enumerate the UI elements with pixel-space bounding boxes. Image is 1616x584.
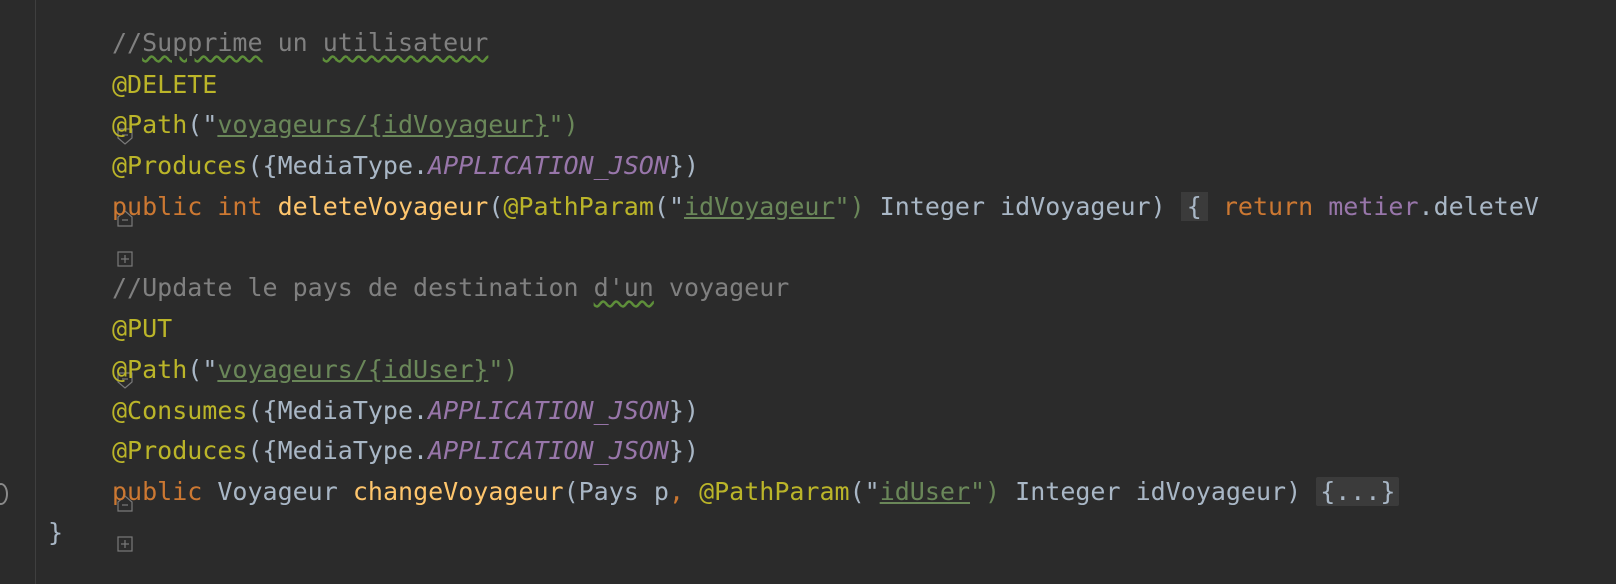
path-string-link[interactable]: voyageurs/{idVoyageur} xyxy=(217,110,548,139)
annotation-line: @Produces({MediaType.APPLICATION_JSON}) xyxy=(112,436,700,465)
code-line[interactable]: //Update le pays de destination d'un voy… xyxy=(0,267,1616,309)
fold-start-icon[interactable] xyxy=(27,75,133,145)
param-string-link[interactable]: idVoyageur xyxy=(684,192,835,221)
gutter-marker-icon[interactable] xyxy=(0,483,8,505)
fold-start-icon[interactable] xyxy=(27,319,133,389)
code-line[interactable]: @Produces({MediaType.APPLICATION_JSON}) xyxy=(0,145,1616,227)
code-line[interactable]: @Consumes({MediaType.APPLICATION_JSON}) xyxy=(0,390,1616,432)
annotation-line: @Path("voyageurs/{idUser}") xyxy=(112,355,519,384)
folded-code-block[interactable]: {...} xyxy=(1316,477,1400,506)
annotation-line: @Consumes({MediaType.APPLICATION_JSON}) xyxy=(112,396,700,425)
code-line[interactable]: @Produces({MediaType.APPLICATION_JSON}) xyxy=(0,430,1616,512)
annotation-line: @Path("voyageurs/{idVoyageur}") xyxy=(112,110,579,139)
fold-end-icon[interactable] xyxy=(27,156,133,227)
closing-brace: } xyxy=(48,518,64,547)
code-line[interactable]: @PUT xyxy=(0,308,1616,389)
folded-brace[interactable]: { xyxy=(1180,192,1208,221)
code-line[interactable]: @Path("voyageurs/{idVoyageur}") xyxy=(0,104,1616,146)
annotation: @DELETE xyxy=(112,70,218,99)
fold-expand-icon[interactable] xyxy=(27,197,133,267)
path-string-link[interactable]: voyageurs/{idUser} xyxy=(217,355,488,384)
comment-text: //Supprime un utilisateur xyxy=(112,28,489,57)
method-declaration: public Voyageur changeVoyageur(Pays p, @… xyxy=(112,471,1400,513)
fold-end-icon[interactable] xyxy=(27,441,133,512)
code-line[interactable]: } xyxy=(0,512,1616,554)
comment-text: //Update le pays de destination d'un voy… xyxy=(112,273,790,302)
code-line[interactable]: public Voyageur changeVoyageur(Pays p, @… xyxy=(0,471,1616,552)
method-declaration: public int deleteVoyageur(@PathParam("id… xyxy=(112,192,1539,221)
code-line[interactable]: //Supprime un utilisateur xyxy=(0,22,1616,64)
fold-expand-icon[interactable] xyxy=(27,482,133,552)
code-editor[interactable]: //Supprime un utilisateur @DELETE @Path(… xyxy=(0,0,1616,584)
param-string-link[interactable]: idUser xyxy=(880,477,970,506)
code-line[interactable] xyxy=(0,227,1616,269)
code-line[interactable]: @DELETE xyxy=(0,64,1616,145)
code-line[interactable]: @Path("voyageurs/{idUser}") xyxy=(0,349,1616,391)
code-line[interactable]: public int deleteVoyageur(@PathParam("id… xyxy=(0,186,1616,267)
annotation-line: @Produces({MediaType.APPLICATION_JSON}) xyxy=(112,151,700,180)
annotation: @PUT xyxy=(112,314,173,343)
